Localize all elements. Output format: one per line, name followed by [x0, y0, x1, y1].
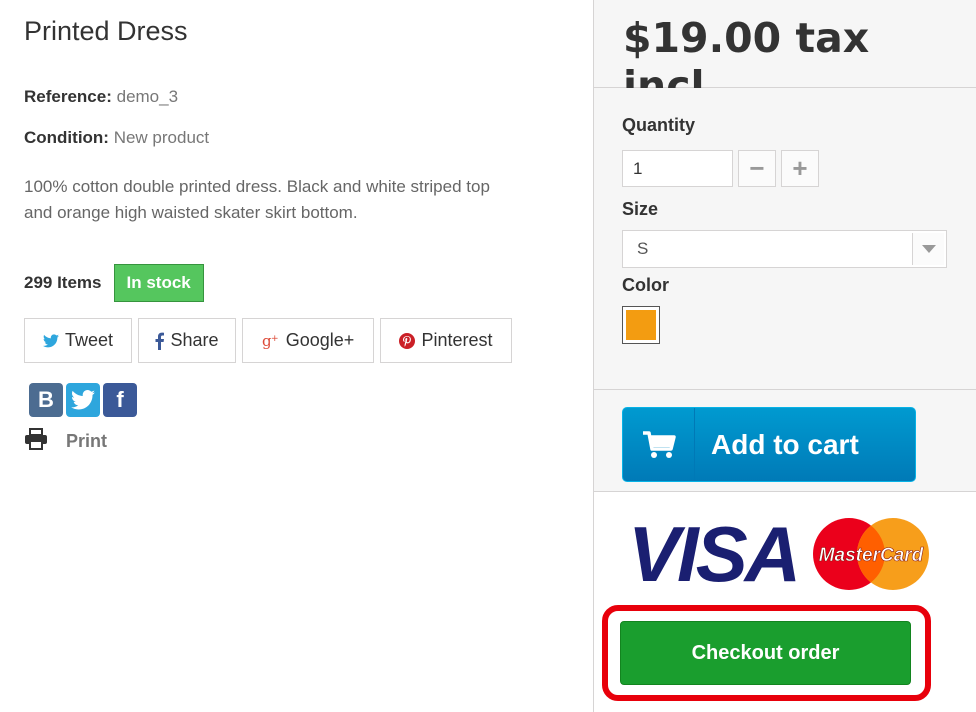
- pinterest-icon: [399, 332, 416, 349]
- cart-area: Add to cart: [594, 390, 976, 492]
- product-condition: Condition: New product: [24, 128, 209, 148]
- stock-badge: In stock: [113, 264, 204, 302]
- tweet-label: Tweet: [64, 330, 114, 350]
- checkout-order-button[interactable]: Checkout order: [620, 621, 911, 685]
- social-icons: B f: [29, 383, 140, 417]
- facebook-share-button[interactable]: Share: [138, 318, 236, 363]
- facebook-icon[interactable]: f: [103, 383, 137, 417]
- google-plus-label: Google+: [285, 330, 355, 350]
- chevron-down-icon: [912, 233, 944, 265]
- add-to-cart-button[interactable]: Add to cart: [622, 407, 916, 482]
- vk-icon[interactable]: B: [29, 383, 63, 417]
- quantity-label: Quantity: [622, 115, 696, 135]
- size-label: Size: [622, 199, 659, 219]
- share-label: Share: [170, 330, 219, 350]
- size-value: S: [637, 239, 649, 258]
- product-options: Quantity 1 − + Size S Color: [594, 88, 976, 390]
- size-select[interactable]: S: [622, 230, 947, 268]
- reference-value: demo_3: [116, 87, 179, 106]
- facebook-icon: [155, 332, 165, 350]
- google-plus-button[interactable]: g + Google+: [242, 318, 374, 363]
- quantity-input[interactable]: 1: [622, 150, 733, 187]
- mastercard-logo: MasterCard: [813, 518, 929, 590]
- condition-label: Condition:: [24, 128, 109, 147]
- price-box: $19.00 tax incl.: [594, 0, 976, 110]
- mastercard-text: MasterCard: [819, 545, 924, 566]
- product-reference: Reference: demo_3: [24, 87, 178, 107]
- print-link[interactable]: Print: [24, 428, 107, 455]
- buy-box: $19.00 tax incl. Quantity 1 − + Size S C…: [593, 0, 976, 712]
- description-line: 100% cotton double printed dress. Black …: [24, 177, 490, 196]
- reference-label: Reference:: [24, 87, 112, 106]
- pinterest-button[interactable]: Pinterest: [380, 318, 512, 363]
- product-description: 100% cotton double printed dress. Black …: [24, 174, 564, 226]
- description-line: and orange high waisted skater skirt bot…: [24, 203, 358, 222]
- product-title: Printed Dress: [24, 16, 188, 46]
- condition-value: New product: [113, 128, 210, 147]
- twitter-icon[interactable]: [66, 383, 100, 417]
- cart-icon: [623, 408, 695, 481]
- color-swatch-orange[interactable]: [622, 306, 660, 344]
- print-label: Print: [66, 431, 108, 451]
- quantity-decrease-button[interactable]: −: [738, 150, 776, 187]
- tweet-button[interactable]: Tweet: [24, 318, 132, 363]
- quantity-increase-button[interactable]: +: [781, 150, 819, 187]
- visa-logo: VISA: [628, 510, 801, 598]
- stock-info: 299 Items In stock: [24, 264, 204, 302]
- items-count: 299 Items: [24, 273, 102, 292]
- twitter-icon: [42, 333, 59, 348]
- color-swatch-fill: [626, 310, 656, 340]
- pinterest-label: Pinterest: [421, 330, 493, 350]
- share-buttons: Tweet Share g + Google+ Pinterest: [24, 318, 518, 363]
- google-plus-icon: g +: [262, 333, 280, 349]
- printer-icon: [24, 428, 48, 455]
- color-label: Color: [622, 275, 669, 295]
- svg-text:+: +: [271, 334, 279, 344]
- add-to-cart-label: Add to cart: [711, 428, 859, 460]
